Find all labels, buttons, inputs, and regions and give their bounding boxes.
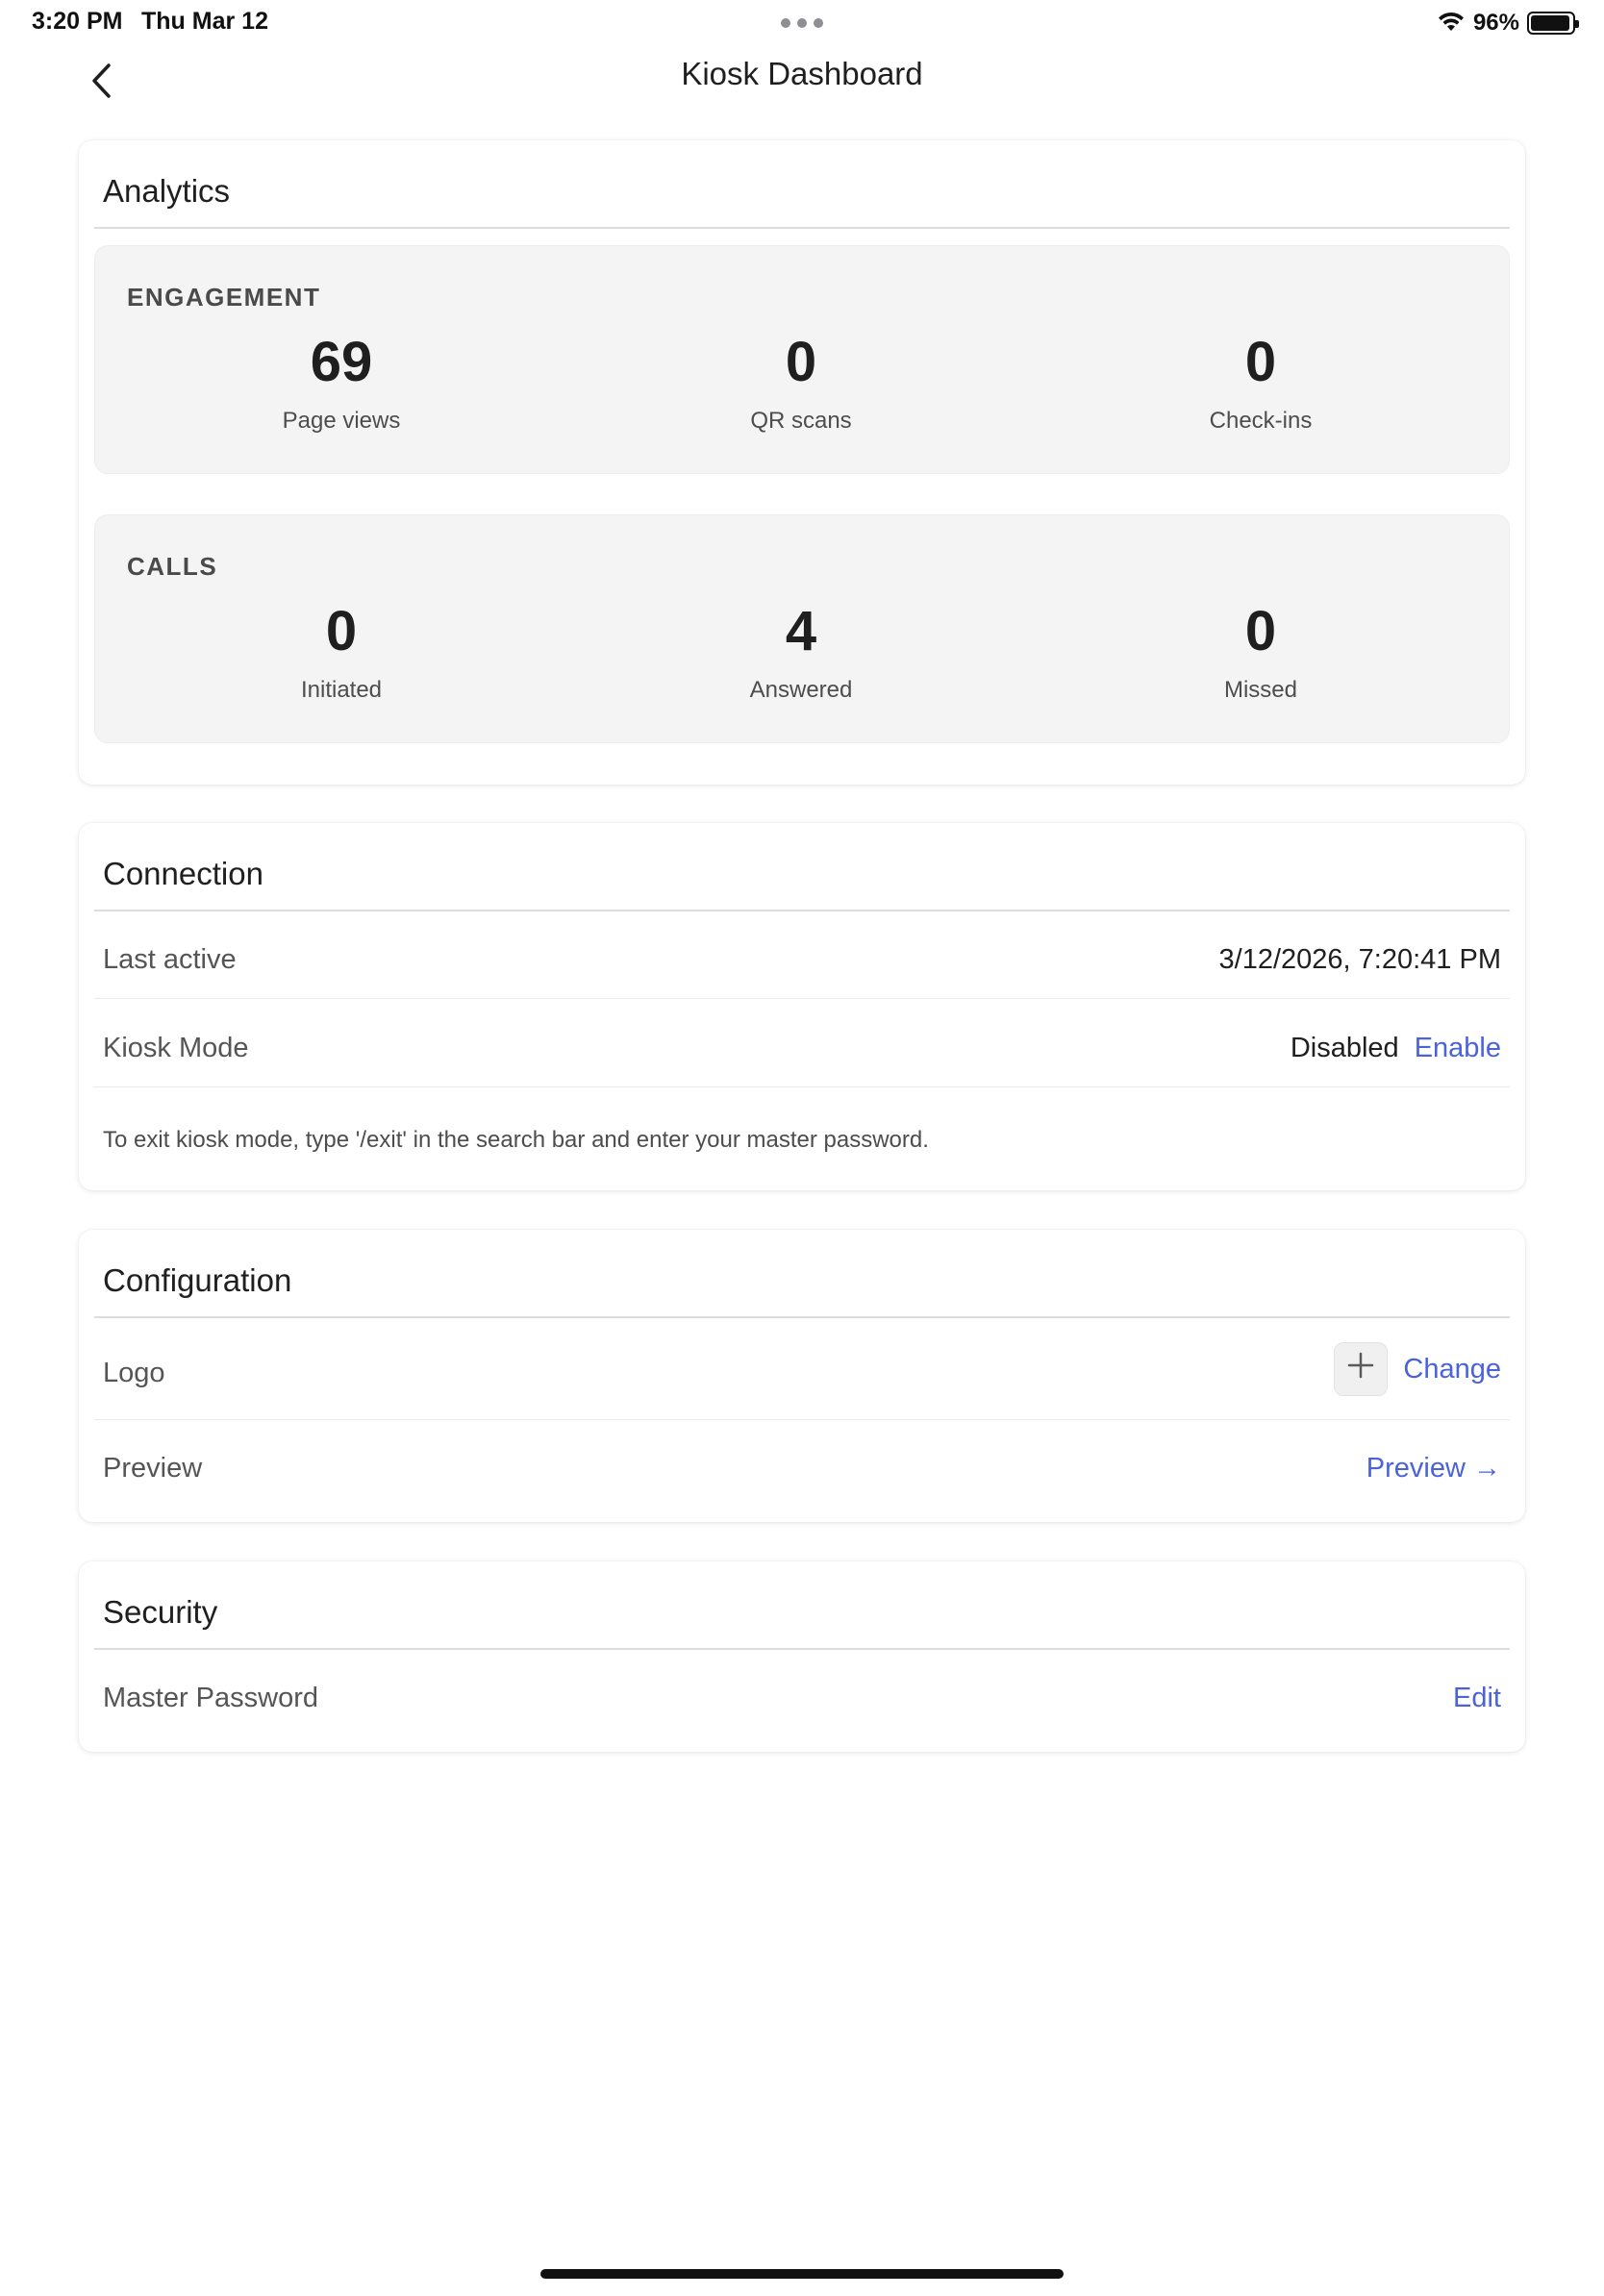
- plus-icon: [1347, 1352, 1374, 1386]
- stat-missed: 0 Missed: [1068, 604, 1453, 704]
- stat-initiated: 0 Initiated: [149, 604, 534, 704]
- configuration-title: Configuration: [103, 1262, 292, 1298]
- logo-placeholder[interactable]: [1334, 1342, 1389, 1396]
- card-divider: [94, 1648, 1510, 1650]
- status-bar: 3:20 PM Thu Mar 12 96%: [0, 0, 1604, 46]
- stat-value: 0: [1244, 331, 1277, 393]
- engagement-title: ENGAGEMENT: [127, 283, 321, 312]
- connection-card: Connection Last active 3/12/2026, 7:20:4…: [79, 823, 1525, 1190]
- stat-label: Initiated: [300, 677, 383, 703]
- stat-label: Missed: [1223, 677, 1298, 703]
- nav-bar: Kiosk Dashboard: [0, 46, 1604, 133]
- stat-value: 4: [785, 600, 817, 662]
- status-date: Thu Mar 12: [141, 8, 268, 35]
- preview-link[interactable]: Preview →: [1366, 1453, 1501, 1485]
- stat-check-ins: 0 Check-ins: [1068, 335, 1453, 435]
- stat-value: 69: [310, 331, 373, 393]
- calls-panel: CALLS 0 Initiated 4 Answered 0 Missed: [94, 514, 1510, 743]
- wifi-icon: [1437, 10, 1466, 37]
- stat-label: Check-ins: [1209, 408, 1313, 434]
- row-divider: [94, 998, 1510, 999]
- stat-qr-scans: 0 QR scans: [609, 335, 993, 435]
- security-card: Security Master Password Edit: [79, 1561, 1525, 1752]
- enable-kiosk-button[interactable]: Enable: [1415, 1033, 1501, 1064]
- stat-page-views: 69 Page views: [149, 335, 534, 435]
- last-active-timestamp: 3/12/2026, 7:20:41 PM: [1218, 944, 1501, 975]
- master-password-value: Edit: [1453, 1683, 1501, 1714]
- card-divider: [94, 227, 1510, 229]
- stat-value: 0: [785, 331, 817, 393]
- status-right: 96%: [1437, 8, 1579, 38]
- change-logo-button[interactable]: Change: [1403, 1354, 1501, 1385]
- row-divider: [94, 1086, 1510, 1087]
- last-active-value: 3/12/2026, 7:20:41 PM: [1219, 944, 1501, 976]
- battery-icon: [1527, 12, 1579, 35]
- kiosk-mode-label: Kiosk Mode: [103, 1033, 249, 1063]
- analytics-title: Analytics: [103, 173, 231, 209]
- page-title: Kiosk Dashboard: [681, 56, 923, 91]
- stat-label: Page views: [282, 408, 401, 434]
- last-active-label: Last active: [103, 944, 237, 975]
- stat-label: QR scans: [750, 408, 852, 434]
- stat-value: 0: [1244, 600, 1277, 662]
- row-divider: [94, 1419, 1510, 1420]
- engagement-panel: ENGAGEMENT 69 Page views 0 QR scans 0 Ch…: [94, 245, 1510, 474]
- kiosk-exit-hint: To exit kiosk mode, type '/exit' in the …: [103, 1127, 929, 1153]
- master-password-label: Master Password: [103, 1683, 319, 1713]
- edit-password-button[interactable]: Edit: [1453, 1683, 1501, 1714]
- card-divider: [94, 910, 1510, 911]
- multitask-dots-icon[interactable]: [781, 18, 823, 28]
- status-time: 3:20 PM: [32, 8, 123, 35]
- kiosk-mode-value: Disabled Enable: [1291, 1033, 1501, 1064]
- card-divider: [94, 1316, 1510, 1318]
- analytics-card: Analytics ENGAGEMENT 69 Page views 0 QR …: [79, 140, 1525, 785]
- logo-value: Change: [1334, 1342, 1501, 1396]
- configuration-card: Configuration Logo Change Preview Previe…: [79, 1230, 1525, 1522]
- calls-title: CALLS: [127, 552, 218, 581]
- home-indicator[interactable]: [540, 2269, 1064, 2279]
- logo-label: Logo: [103, 1358, 165, 1388]
- preview-value: Preview →: [1366, 1453, 1501, 1485]
- connection-title: Connection: [103, 856, 263, 891]
- security-title: Security: [103, 1594, 218, 1630]
- stat-value: 0: [325, 600, 358, 662]
- kiosk-mode-status: Disabled: [1290, 1033, 1399, 1063]
- battery-percentage: 96%: [1472, 10, 1519, 36]
- preview-label: Preview: [103, 1453, 203, 1484]
- stat-answered: 4 Answered: [609, 604, 993, 704]
- stat-label: Answered: [749, 677, 853, 703]
